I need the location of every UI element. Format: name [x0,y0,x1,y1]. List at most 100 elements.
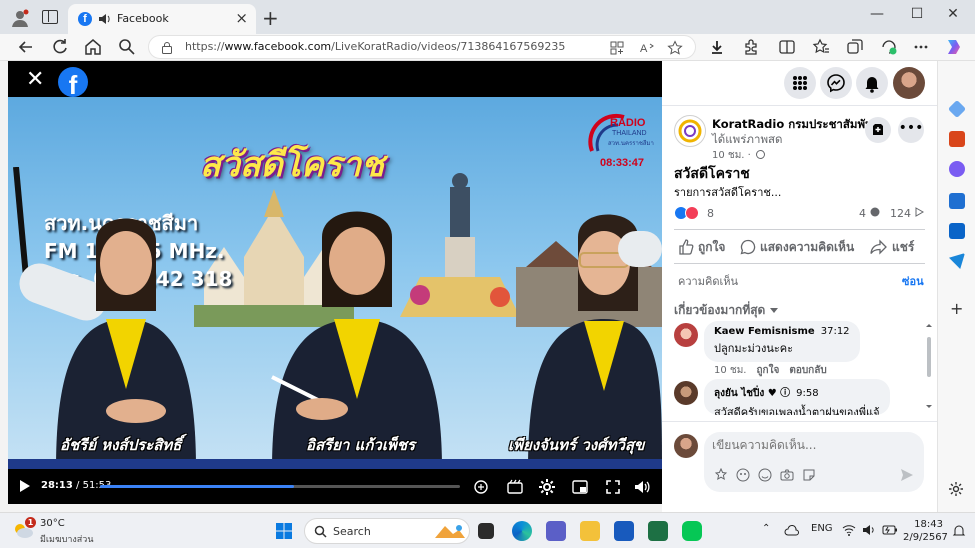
scrollbar-thumb[interactable] [927,337,931,377]
like-button[interactable]: ถูกใจ [678,238,725,257]
captions-icon[interactable] [472,478,490,496]
hide-comments-link[interactable]: ซ่อน [902,272,924,290]
comment-timestamp[interactable]: 37:12 [821,326,850,337]
avatar[interactable] [674,381,698,405]
messenger-button[interactable] [820,67,852,99]
tabs-icon[interactable] [42,10,58,24]
browser-essentials-icon[interactable] [880,38,898,56]
comment-sort-dropdown[interactable]: เกี่ยวข้องมากที่สุด [674,301,778,320]
avatar[interactable] [893,67,925,99]
home-icon[interactable] [83,37,103,57]
avatar[interactable] [674,323,698,347]
taskbar-clock[interactable]: 18:43 2/9/2567 [903,518,948,544]
settings-icon[interactable] [538,478,556,496]
refresh-icon[interactable] [50,37,70,57]
more-icon[interactable] [912,38,930,56]
edge-icon[interactable] [512,521,532,541]
facebook-logo-icon[interactable]: f [58,67,88,97]
line-icon[interactable] [682,521,702,541]
download-icon[interactable] [708,38,726,56]
avatar[interactable] [674,434,698,458]
search-icon[interactable] [117,37,137,57]
split-screen-icon[interactable] [778,38,796,56]
video-progress-bar[interactable] [100,485,460,488]
comment-timestamp[interactable]: 9:58 [796,388,818,399]
favorite-icon[interactable] [667,40,683,56]
emoji-icon[interactable] [758,468,772,482]
plus-icon[interactable]: + [950,299,963,318]
briefcase-icon[interactable] [949,131,965,147]
excel-icon[interactable] [648,521,668,541]
windows-start-icon[interactable] [275,522,293,540]
drop-icon[interactable] [949,253,965,269]
extensions-icon[interactable] [742,38,760,56]
gif-icon[interactable] [736,468,750,482]
send-icon[interactable] [900,468,914,482]
browser-tab-facebook[interactable]: f Facebook × [68,4,256,34]
weather-condition[interactable]: มีเมฆบางส่วน [40,532,93,546]
close-icon[interactable]: × [235,9,248,27]
comment-input[interactable] [712,438,912,452]
menu-button[interactable] [784,67,816,99]
temperature[interactable]: 30°C [40,518,65,529]
teams-icon[interactable] [546,521,566,541]
avatar-sticker-icon[interactable] [714,468,728,482]
page-avatar[interactable] [674,115,706,147]
speaker-icon[interactable] [98,12,112,26]
notifications-button[interactable] [856,67,888,99]
maximize-icon[interactable]: ☐ [902,6,932,22]
cloud-icon[interactable] [784,524,800,536]
wifi-icon[interactable] [842,524,856,536]
comment-like-button[interactable]: ถูกใจ [756,365,779,376]
language-indicator[interactable]: ENG [811,523,833,534]
games-icon[interactable] [949,161,965,177]
volume-icon[interactable] [633,478,651,496]
comment-button[interactable]: แสดงความคิดเห็น [740,238,854,257]
comment-reply-button[interactable]: ตอบกลับ [789,365,826,376]
play-icon[interactable] [20,480,30,492]
url-input[interactable]: https://www.facebook.com/LiveKoratRadio/… [148,35,696,59]
window-close-icon[interactable]: ✕ [938,6,968,22]
task-view-icon[interactable] [478,523,494,539]
plus-icon[interactable]: + [262,6,279,30]
word-icon[interactable] [614,521,634,541]
fullscreen-icon[interactable] [604,478,622,496]
back-icon[interactable] [16,37,36,57]
file-explorer-icon[interactable] [580,521,600,541]
sticker-icon[interactable] [802,468,816,482]
notification-bell-icon[interactable] [952,524,966,538]
gear-icon[interactable] [948,481,964,497]
comment-age[interactable]: 10 ชม. [714,365,746,376]
volume-icon[interactable] [862,524,876,536]
view-count[interactable]: 124 [890,207,924,220]
favorites-icon[interactable] [812,38,830,56]
lock-icon[interactable] [161,41,173,54]
tag-icon[interactable] [947,99,967,119]
m365-icon[interactable] [949,193,965,209]
post-description[interactable]: รายการสวัสดีโคราช... [674,183,781,201]
collections-icon[interactable] [846,38,864,56]
picture-in-picture-icon[interactable] [571,478,589,496]
taskbar-search[interactable]: Search [304,518,470,544]
clips-icon[interactable] [506,478,524,496]
comment-author[interactable]: Kaew Femisnisme 37:12 [714,326,850,337]
save-button[interactable] [865,117,891,143]
copilot-icon[interactable] [944,37,964,57]
close-icon[interactable]: ✕ [26,69,46,93]
comment-count[interactable]: 4 [859,207,880,220]
post-more-button[interactable]: ••• [898,117,924,143]
battery-icon[interactable] [882,524,898,536]
camera-icon[interactable] [780,468,794,482]
video-frame[interactable]: สวัสดีโคราช สวท.นครราชสีมา FM 104.25 MHz… [8,97,662,469]
read-aloud-icon[interactable]: A [639,40,655,56]
apps-icon[interactable] [609,40,625,56]
page-name[interactable]: KoratRadio กรมประชาสัมพันธ์ ได้แพร่ภาพสด [712,117,882,147]
minimize-icon[interactable]: — [862,6,892,22]
chevron-up-icon[interactable]: ⌃ [762,523,770,534]
profile-icon[interactable] [10,8,30,28]
outlook-icon[interactable] [949,223,965,239]
comment-input-box[interactable] [704,432,924,492]
post-time[interactable]: 10 ชม. · [712,148,766,163]
share-button[interactable]: แชร์ [870,238,914,257]
comment-author[interactable]: ลุงยัน ไชปิ่ง ♥ ⓘ 9:58 [714,384,880,401]
